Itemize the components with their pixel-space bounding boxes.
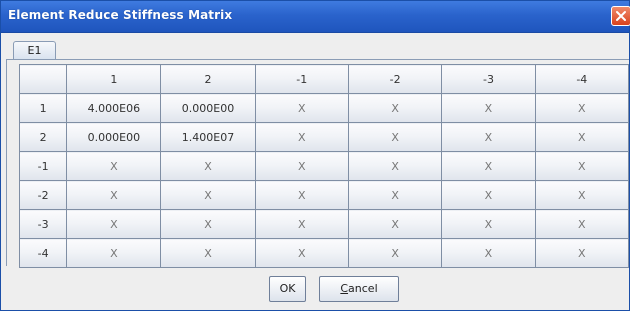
row-header: 1 (18, 93, 68, 123)
matrix-cell[interactable]: X (66, 209, 162, 239)
matrix-cell[interactable]: X (160, 180, 256, 210)
matrix-cell[interactable]: X (66, 180, 162, 210)
window-title: Element Reduce Stiffness Matrix (8, 8, 233, 22)
stiffness-matrix-table: 1 2 -1 -2 -3 -4 1 4.000E06 0.000E00 X X X X 2 0.000E00… (18, 64, 630, 268)
row-header: -2 (18, 180, 68, 210)
matrix-cell[interactable]: X (66, 151, 162, 181)
matrix-cell[interactable]: 0.000E00 (66, 122, 162, 152)
matrix-cell[interactable]: 0.000E00 (160, 93, 256, 123)
row-header: 2 (18, 122, 68, 152)
matrix-cell[interactable]: X (254, 209, 349, 239)
row-header: -4 (18, 238, 68, 268)
matrix-row: -2 X X X X X X (18, 180, 630, 210)
row-header: -3 (18, 209, 68, 239)
matrix-cell[interactable]: X (347, 209, 443, 239)
matrix-cell[interactable]: X (441, 151, 536, 181)
row-header: -1 (18, 151, 68, 181)
matrix-cell[interactable]: X (534, 122, 630, 152)
matrix-body: 1 2 -1 -2 -3 -4 1 4.000E06 0.000E00 X X X X 2 0.000E00… (18, 64, 630, 268)
column-header: -4 (534, 64, 630, 94)
matrix-cell[interactable]: X (347, 122, 443, 152)
matrix-cell[interactable]: 4.000E06 (66, 93, 162, 123)
matrix-cell[interactable]: X (347, 180, 443, 210)
matrix-row: -1 X X X X X X (18, 151, 630, 181)
matrix-cell[interactable]: X (347, 238, 443, 268)
column-header: -2 (347, 64, 443, 94)
matrix-cell[interactable]: X (441, 122, 536, 152)
close-icon (616, 11, 626, 21)
matrix-cell[interactable]: X (441, 93, 536, 123)
matrix-cell[interactable]: X (254, 238, 349, 268)
matrix-header-row: 1 2 -1 -2 -3 -4 (18, 64, 630, 94)
matrix-cell[interactable]: X (160, 238, 256, 268)
cancel-button[interactable]: Cancel (319, 276, 399, 302)
tab-e1[interactable]: E1 (13, 41, 56, 60)
matrix-cell[interactable]: X (160, 209, 256, 239)
column-header: 1 (66, 64, 162, 94)
matrix-cell[interactable]: X (347, 151, 443, 181)
stiffness-matrix-dialog: Element Reduce Stiffness Matrix E1 1 2 -1-… (0, 0, 630, 311)
matrix-cell[interactable]: X (441, 180, 536, 210)
matrix-cell[interactable]: X (534, 209, 630, 239)
cancel-button-label: Cancel (340, 282, 378, 295)
matrix-cell[interactable]: X (534, 93, 630, 123)
matrix-cell[interactable]: X (254, 93, 349, 123)
close-button[interactable] (611, 6, 630, 26)
matrix-cell[interactable]: X (347, 93, 443, 123)
column-header: -3 (441, 64, 536, 94)
column-header: 2 (160, 64, 256, 94)
matrix-row: 2 0.000E00 1.400E07 X X X X (18, 122, 630, 152)
matrix-cell[interactable]: X (254, 180, 349, 210)
matrix-row: -3 X X X X X X (18, 209, 630, 239)
matrix-cell[interactable]: X (534, 238, 630, 268)
ok-button[interactable]: OK (269, 276, 306, 302)
matrix-corner-cell (18, 64, 68, 94)
matrix-cell[interactable]: X (441, 209, 536, 239)
matrix-cell[interactable]: X (254, 151, 349, 181)
matrix-cell[interactable]: X (160, 151, 256, 181)
matrix-row: -4 X X X X X X (18, 238, 630, 268)
matrix-cell[interactable]: X (534, 151, 630, 181)
column-header: -1 (254, 64, 349, 94)
matrix-cell[interactable]: X (534, 180, 630, 210)
matrix-cell[interactable]: 1.400E07 (160, 122, 256, 152)
title-bar[interactable]: Element Reduce Stiffness Matrix (1, 1, 630, 33)
matrix-cell[interactable]: X (66, 238, 162, 268)
matrix-row: 1 4.000E06 0.000E00 X X X X (18, 93, 630, 123)
matrix-cell[interactable]: X (254, 122, 349, 152)
matrix-cell[interactable]: X (441, 238, 536, 268)
